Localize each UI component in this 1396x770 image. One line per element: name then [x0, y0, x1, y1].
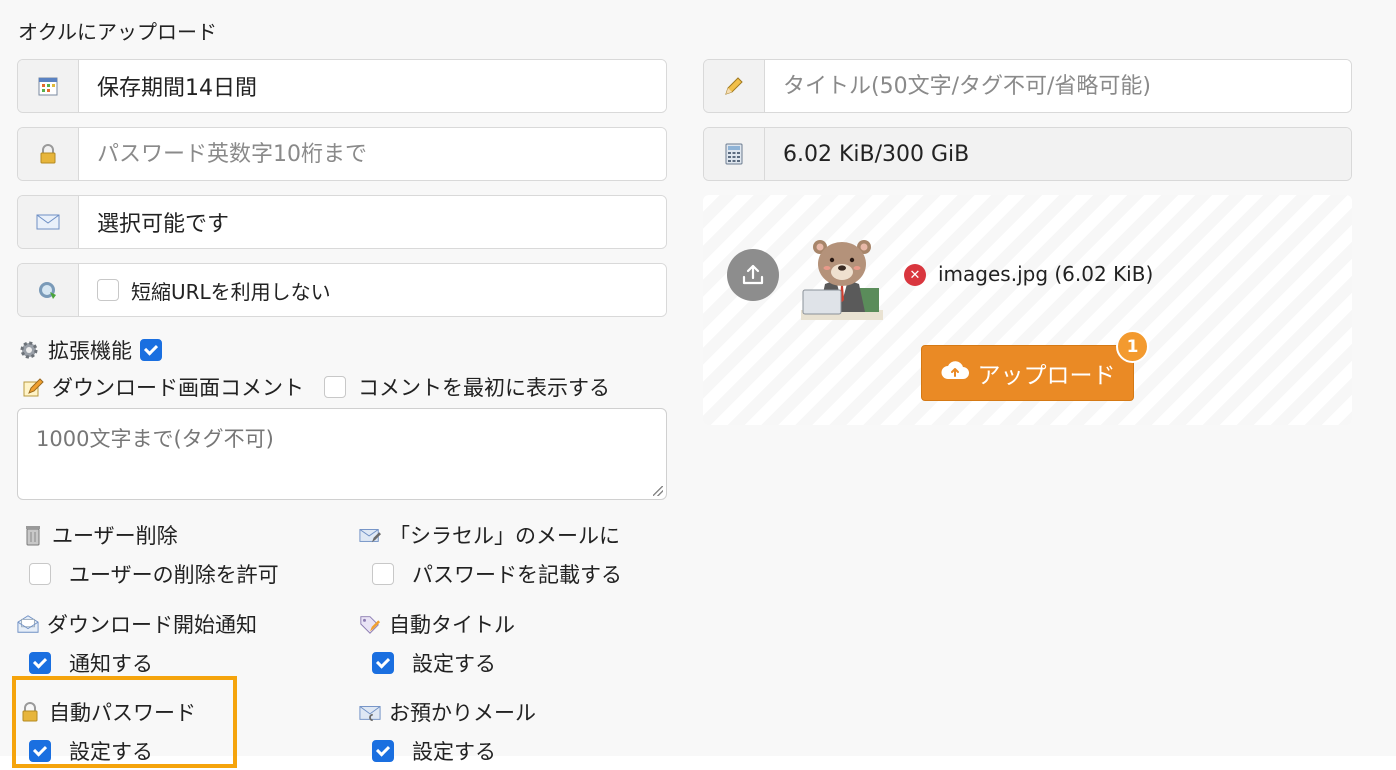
lock-icon — [18, 128, 79, 180]
envelope-icon — [18, 196, 79, 248]
mail-group[interactable]: 選択可能です — [17, 195, 667, 249]
auto-title-title: 自動タイトル — [389, 613, 515, 637]
download-comment-placeholder: 1000文字まで(タグ不可) — [36, 427, 274, 451]
download-notify-title-row: ダウンロード開始通知 — [17, 609, 257, 639]
extended-checkbox[interactable] — [140, 339, 162, 361]
shirasel-mail-title: 「シラセル」のメールに — [389, 524, 620, 548]
user-delete-title-row: ユーザー削除 — [22, 520, 178, 550]
auto-title-checkbox[interactable] — [372, 652, 394, 674]
deposit-mail-label: 設定する — [412, 740, 496, 764]
mail-select[interactable]: 選択可能です — [79, 196, 666, 248]
upload-icon[interactable] — [727, 249, 779, 301]
tag-pencil-icon — [359, 613, 381, 635]
title-input[interactable] — [765, 60, 1351, 112]
title-group[interactable] — [703, 59, 1352, 113]
cloud-upload-icon — [940, 359, 970, 387]
user-delete-checkbox[interactable] — [29, 563, 51, 585]
short-url-checkbox[interactable] — [97, 279, 119, 301]
trash-icon — [22, 524, 44, 546]
show-comment-first-label: コメントを最初に表示する — [358, 376, 610, 400]
download-notify-option: 通知する — [29, 648, 153, 678]
mail-edit-icon — [359, 524, 381, 546]
short-url-group: 短縮URLを利用しない — [17, 263, 667, 317]
short-url-label: 短縮URLを利用しない — [131, 279, 331, 304]
calculator-icon — [704, 128, 765, 180]
upload-button[interactable]: アップロード — [921, 345, 1134, 401]
highlight-box — [12, 676, 237, 768]
user-delete-option: ユーザーの削除を許可 — [29, 559, 279, 589]
upload-button-label: アップロード — [977, 363, 1116, 389]
deposit-mail-checkbox[interactable] — [372, 740, 394, 762]
file-count-badge: 1 — [1116, 330, 1149, 363]
show-comment-first-checkbox[interactable] — [324, 376, 346, 398]
auto-title-title-row: 自動タイトル — [359, 609, 515, 639]
password-group[interactable] — [17, 127, 667, 181]
pencil-note-icon — [22, 376, 44, 398]
shirasel-mail-title-row: 「シラセル」のメールに — [359, 520, 620, 550]
auto-title-option: 設定する — [372, 648, 496, 678]
download-comment-row: ダウンロード画面コメント コメントを最初に表示する — [22, 372, 610, 402]
download-comment-textarea[interactable]: 1000文字まで(タグ不可) — [17, 408, 667, 500]
capacity-group: 6.02 KiB/300 GiB — [703, 127, 1352, 181]
file-name: images.jpg (6.02 KiB) — [938, 262, 1154, 286]
extended-label: 拡張機能 — [48, 339, 132, 363]
download-comment-label: ダウンロード画面コメント — [52, 376, 304, 400]
user-delete-title: ユーザー削除 — [52, 524, 178, 548]
open-mail-icon — [17, 613, 39, 635]
deposit-mail-title-row: お預かりメール — [359, 697, 536, 727]
file-thumbnail — [797, 232, 887, 322]
deposit-mail-title: お預かりメール — [389, 701, 536, 725]
shirasel-mail-checkbox[interactable] — [372, 563, 394, 585]
remove-file-icon[interactable]: ✕ — [904, 264, 926, 286]
download-notify-label: 通知する — [69, 652, 153, 676]
download-notify-checkbox[interactable] — [29, 652, 51, 674]
download-notify-title: ダウンロード開始通知 — [47, 613, 257, 637]
calendar-icon — [18, 60, 79, 112]
retention-select[interactable]: 保存期間14日間 — [79, 60, 666, 112]
user-delete-label: ユーザーの削除を許可 — [69, 563, 279, 587]
page-title: オクルにアップロード — [18, 20, 217, 44]
auto-title-label: 設定する — [412, 652, 496, 676]
retention-group[interactable]: 保存期間14日間 — [17, 59, 667, 113]
deposit-mail-option: 設定する — [372, 736, 496, 766]
short-url-field: 短縮URLを利用しない — [79, 264, 666, 316]
gear-icon — [18, 339, 40, 361]
mail-clip-icon — [359, 701, 381, 723]
link-refresh-icon — [18, 264, 79, 316]
resize-handle[interactable] — [653, 486, 663, 496]
extended-row: 拡張機能 — [18, 335, 162, 365]
pencil-icon — [704, 60, 765, 112]
capacity-value: 6.02 KiB/300 GiB — [765, 128, 1351, 180]
shirasel-mail-label: パスワードを記載する — [412, 563, 622, 587]
password-input[interactable] — [79, 128, 666, 180]
shirasel-mail-option: パスワードを記載する — [372, 559, 622, 589]
